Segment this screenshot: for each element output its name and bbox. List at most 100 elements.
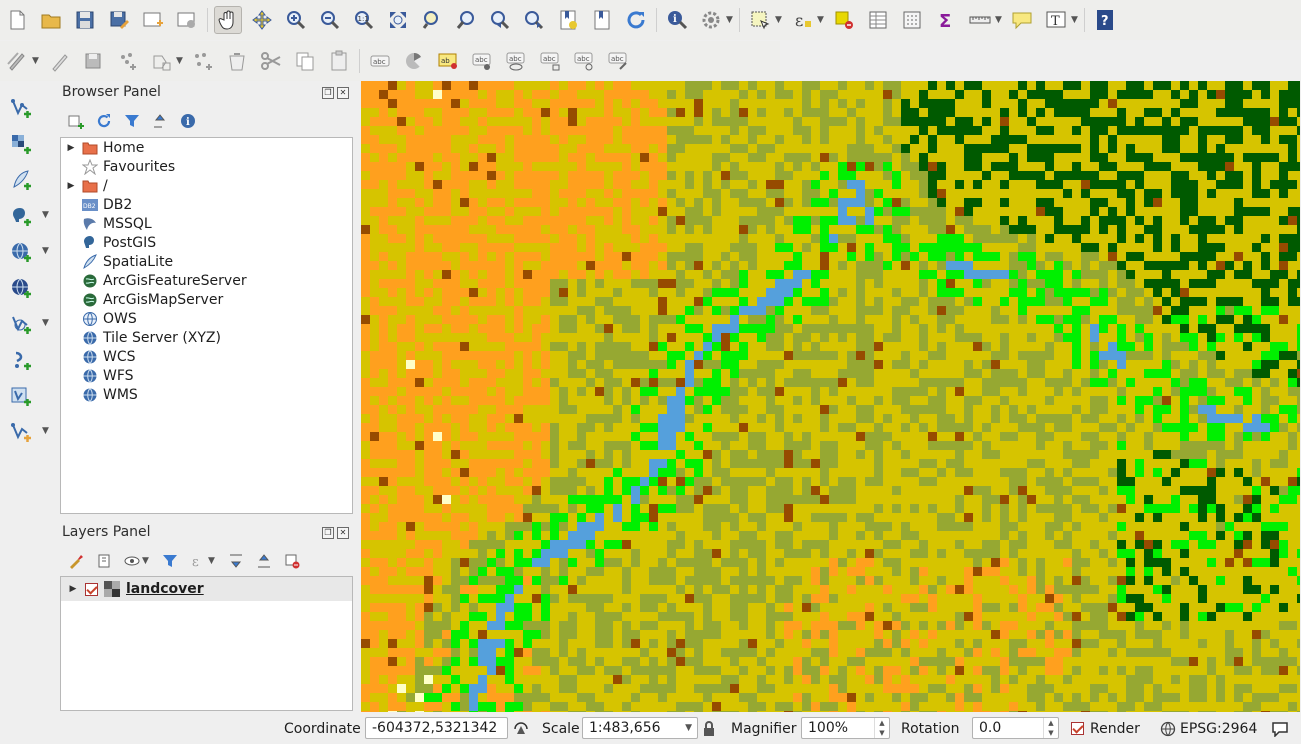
browser-item[interactable]: WCS bbox=[61, 347, 352, 366]
browser-item[interactable]: Favourites bbox=[61, 157, 352, 176]
zoom-out-icon[interactable] bbox=[316, 6, 344, 34]
add-delimited-text-icon[interactable] bbox=[7, 346, 35, 374]
add-virtual-layer-icon[interactable] bbox=[7, 382, 35, 410]
statistics-icon[interactable]: Σ bbox=[932, 6, 960, 34]
current-edits-icon[interactable] bbox=[3, 47, 31, 75]
float-panel-icon[interactable]: ❐ bbox=[322, 527, 334, 539]
browser-item[interactable]: ArcGisMapServer bbox=[61, 290, 352, 309]
chevron-down-icon[interactable]: ▼ bbox=[142, 556, 150, 566]
add-group-icon[interactable] bbox=[94, 551, 114, 571]
cut-features-icon[interactable] bbox=[257, 47, 285, 75]
select-features-icon[interactable] bbox=[746, 6, 774, 34]
render-toggle[interactable]: Render bbox=[1071, 713, 1140, 744]
new-shapefile-icon[interactable] bbox=[7, 418, 35, 446]
add-spatialite-layer-icon[interactable] bbox=[7, 166, 35, 194]
render-checkbox[interactable] bbox=[1071, 722, 1084, 735]
measure-icon[interactable] bbox=[966, 6, 994, 34]
expand-arrow-icon[interactable]: ▶ bbox=[61, 143, 81, 153]
add-feature-icon[interactable] bbox=[113, 47, 141, 75]
browser-tree[interactable]: ▶ Home Favourites ▶ / DB2 DB2 MSSQL PostGIS Spati… bbox=[60, 137, 353, 514]
filter-legend-icon[interactable] bbox=[160, 551, 180, 571]
show-hide-labels-icon[interactable]: abc bbox=[502, 47, 530, 75]
new-project-icon[interactable] bbox=[3, 6, 31, 34]
add-raster-layer-icon[interactable] bbox=[7, 130, 35, 158]
rotation-spinbox[interactable]: 0.0 ▲ ▼ bbox=[972, 717, 1059, 739]
move-label-icon[interactable]: abc bbox=[536, 47, 564, 75]
chevron-down-icon[interactable]: ▼ bbox=[208, 556, 216, 566]
float-panel-icon[interactable]: ❐ bbox=[322, 87, 334, 99]
add-wcs-layer-icon[interactable] bbox=[7, 274, 35, 302]
chevron-down-icon[interactable]: ▼ bbox=[685, 723, 692, 733]
move-feature-icon[interactable] bbox=[147, 47, 175, 75]
map-canvas[interactable] bbox=[361, 81, 1300, 712]
remove-layer-icon[interactable] bbox=[282, 551, 302, 571]
pin-labels-icon[interactable]: abc bbox=[468, 47, 496, 75]
filter-by-expression-icon[interactable]: ε bbox=[188, 551, 208, 571]
browser-item[interactable]: OWS bbox=[61, 309, 352, 328]
toggle-editing-icon[interactable] bbox=[45, 47, 73, 75]
spin-arrows-icon[interactable]: ▲ ▼ bbox=[874, 718, 889, 738]
help-icon[interactable]: ? bbox=[1091, 6, 1119, 34]
browser-item[interactable]: ▶ Home bbox=[61, 138, 352, 157]
chevron-down-icon[interactable]: ▼ bbox=[42, 318, 50, 328]
zoom-to-layer-icon[interactable] bbox=[452, 6, 480, 34]
chevron-down-icon[interactable]: ▼ bbox=[42, 246, 50, 256]
toggle-extents-icon[interactable] bbox=[512, 713, 530, 744]
browser-item[interactable]: DB2 DB2 bbox=[61, 195, 352, 214]
zoom-native-icon[interactable]: 1:1 bbox=[350, 6, 378, 34]
refresh-icon[interactable] bbox=[622, 6, 650, 34]
chevron-down-icon[interactable]: ▼ bbox=[42, 210, 50, 220]
delete-selected-icon[interactable] bbox=[223, 47, 251, 75]
vertex-tool-icon[interactable] bbox=[189, 47, 217, 75]
layout-manager-icon[interactable] bbox=[173, 6, 201, 34]
browser-item[interactable]: Tile Server (XYZ) bbox=[61, 328, 352, 347]
expand-arrow-icon[interactable]: ▶ bbox=[61, 181, 81, 191]
add-selected-layers-icon[interactable] bbox=[66, 111, 86, 131]
zoom-next-icon[interactable] bbox=[520, 6, 548, 34]
open-project-icon[interactable] bbox=[37, 6, 65, 34]
chevron-down-icon[interactable]: ▼ bbox=[176, 56, 184, 66]
paste-features-icon[interactable] bbox=[325, 47, 353, 75]
chevron-down-icon[interactable]: ▼ bbox=[1071, 15, 1079, 25]
attribute-table-icon[interactable] bbox=[864, 6, 892, 34]
change-label-icon[interactable]: abc bbox=[604, 47, 632, 75]
layer-labeling-icon[interactable]: ab bbox=[434, 47, 462, 75]
text-annotation-icon[interactable]: T bbox=[1042, 6, 1070, 34]
save-as-icon[interactable] bbox=[105, 6, 133, 34]
info-icon[interactable]: i bbox=[178, 111, 198, 131]
chevron-down-icon[interactable]: ▼ bbox=[726, 15, 734, 25]
style-panel-icon[interactable] bbox=[66, 551, 86, 571]
browser-item[interactable]: PostGIS bbox=[61, 233, 352, 252]
add-wms-layer-icon[interactable] bbox=[7, 238, 35, 266]
rotate-label-icon[interactable]: abc bbox=[570, 47, 598, 75]
pan-to-selection-icon[interactable] bbox=[248, 6, 276, 34]
lock-scale-icon[interactable] bbox=[702, 713, 716, 744]
crs-button[interactable]: EPSG:2964 bbox=[1160, 713, 1257, 744]
layer-visibility-checkbox[interactable] bbox=[85, 582, 98, 596]
new-print-layout-icon[interactable] bbox=[139, 6, 167, 34]
add-wfs-layer-icon[interactable] bbox=[7, 310, 35, 338]
close-panel-icon[interactable]: ✕ bbox=[337, 87, 349, 99]
scale-combobox[interactable]: 1:483,656 ▼ bbox=[582, 717, 698, 739]
manage-visibility-icon[interactable] bbox=[122, 551, 142, 571]
layer-row[interactable]: ▶ landcover bbox=[61, 577, 352, 601]
zoom-in-icon[interactable] bbox=[282, 6, 310, 34]
messages-icon[interactable] bbox=[1271, 713, 1289, 744]
close-panel-icon[interactable]: ✕ bbox=[337, 527, 349, 539]
expand-arrow-icon[interactable]: ▶ bbox=[61, 584, 85, 594]
run-action-icon[interactable] bbox=[697, 6, 725, 34]
label-icon[interactable]: abc bbox=[366, 47, 394, 75]
magnifier-spinbox[interactable]: 100% ▲ ▼ bbox=[801, 717, 890, 739]
browser-item[interactable]: MSSQL bbox=[61, 214, 352, 233]
chevron-down-icon[interactable]: ▼ bbox=[817, 15, 825, 25]
refresh-icon[interactable] bbox=[94, 111, 114, 131]
browser-item[interactable]: WFS bbox=[61, 366, 352, 385]
browser-item[interactable]: WMS bbox=[61, 385, 352, 404]
collapse-all-icon[interactable] bbox=[254, 551, 274, 571]
diagram-icon[interactable] bbox=[400, 47, 428, 75]
new-bookmark-icon[interactable] bbox=[554, 6, 582, 34]
zoom-last-icon[interactable] bbox=[486, 6, 514, 34]
zoom-to-selection-icon[interactable] bbox=[418, 6, 446, 34]
browser-item[interactable]: SpatiaLite bbox=[61, 252, 352, 271]
filter-icon[interactable] bbox=[122, 111, 142, 131]
